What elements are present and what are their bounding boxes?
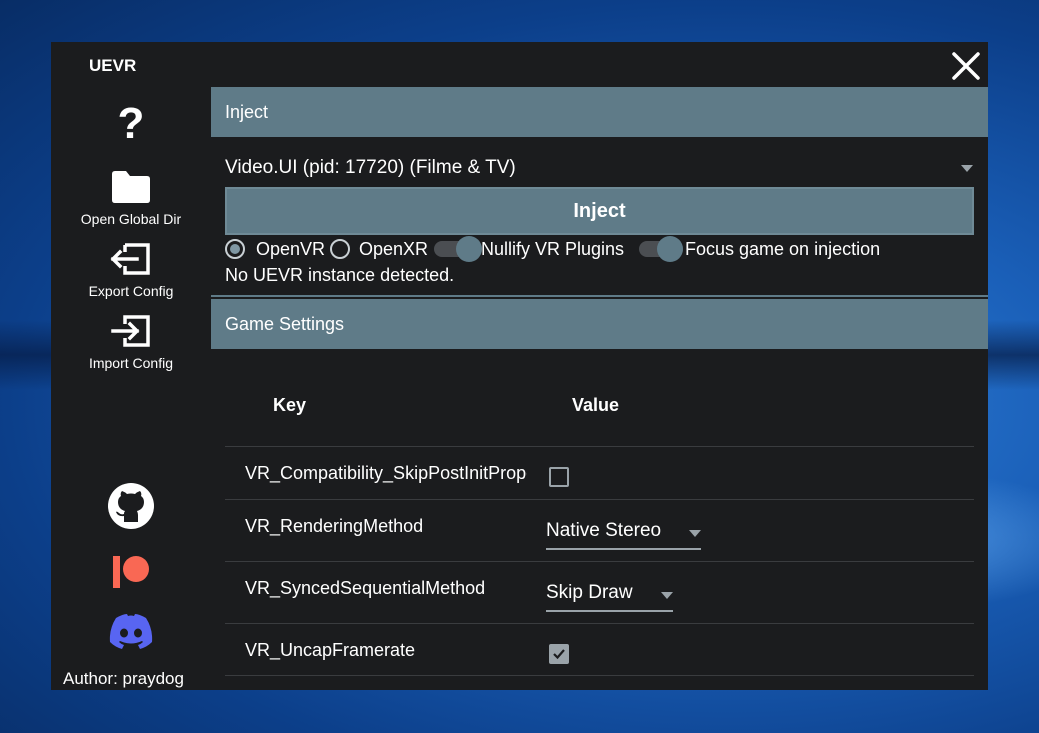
chevron-down-icon (961, 165, 973, 172)
chevron-down-icon (689, 530, 702, 537)
import-config-button[interactable]: Import Config (51, 314, 211, 371)
setting-key: VR_UncapFramerate (245, 640, 416, 660)
nullify-vr-plugins-label: Nullify VR Plugins (481, 239, 625, 259)
close-button[interactable] (950, 50, 982, 82)
close-icon (952, 52, 980, 80)
openxr-label: OpenXR (359, 239, 429, 259)
inject-header[interactable]: Inject (211, 87, 988, 137)
nullify-vr-plugins-toggle[interactable] (434, 236, 482, 262)
checkmark-icon (553, 649, 565, 660)
folder-icon (112, 171, 150, 203)
export-config-button[interactable]: Export Config (51, 242, 211, 299)
setting-checkbox[interactable] (549, 467, 569, 487)
inject-button[interactable]: Inject (225, 187, 974, 235)
open-global-dir-label: Open Global Dir (80, 211, 182, 227)
github-link[interactable] (107, 482, 155, 530)
focus-game-toggle[interactable] (639, 236, 683, 262)
export-icon (110, 243, 150, 275)
chevron-down-icon (660, 592, 673, 599)
discord-link[interactable] (107, 612, 155, 660)
setting-checkbox[interactable] (549, 644, 569, 664)
setting-key: VR_RenderingMethod (245, 516, 424, 536)
setting-key: VR_SyncedSequentialMethod (245, 578, 486, 598)
uevr-window: UEVR ? Open Global Dir Export Config Imp… (51, 42, 988, 690)
main-panel: Inject Video.UI (pid: 17720) (Filme & TV… (211, 87, 988, 690)
rendering-method-dropdown[interactable]: Native Stereo (546, 518, 702, 550)
dropdown-value: Native Stereo (546, 520, 662, 541)
patreon-icon (113, 556, 149, 588)
openvr-radio[interactable] (225, 239, 245, 259)
table-row: VR_SyncedSequentialMethod Skip Draw (225, 561, 974, 623)
setting-key: VR_Compatibility_SkipPostInitProperties (245, 463, 527, 483)
openvr-label: OpenVR (256, 239, 326, 259)
focus-game-label: Focus game on injection (685, 239, 881, 259)
discord-icon (109, 614, 153, 649)
github-icon (108, 483, 154, 529)
patreon-link[interactable] (107, 548, 155, 596)
author-label: Author: praydog (63, 669, 184, 688)
help-button[interactable]: ? (51, 100, 211, 148)
inject-body: Video.UI (pid: 17720) (Filme & TV) Injec… (211, 137, 988, 297)
open-global-dir-button[interactable]: Open Global Dir (51, 170, 211, 227)
openxr-radio[interactable] (330, 239, 350, 259)
runtime-options: OpenVR OpenXR Nullify VR Plugins Focus g… (225, 236, 985, 262)
synced-sequential-method-dropdown[interactable]: Skip Draw (546, 580, 673, 612)
column-header-key: Key (273, 395, 307, 415)
game-settings-header[interactable]: Game Settings (211, 299, 988, 349)
import-config-label: Import Config (88, 355, 174, 371)
app-title: UEVR (89, 56, 137, 75)
status-text: No UEVR instance detected. (225, 265, 455, 285)
export-config-label: Export Config (88, 283, 174, 299)
process-select[interactable]: Video.UI (pid: 17720) (Filme & TV) (225, 157, 975, 179)
dropdown-value: Skip Draw (546, 582, 633, 603)
table-row: VR_RenderingMethod Native Stereo (225, 499, 974, 561)
column-header-value: Value (572, 395, 620, 415)
import-icon (111, 315, 150, 347)
table-row-divider (225, 675, 974, 677)
toggle-knob (657, 236, 683, 262)
process-select-value: Video.UI (pid: 17720) (Filme & TV) (225, 157, 516, 178)
toggle-knob (456, 236, 482, 262)
